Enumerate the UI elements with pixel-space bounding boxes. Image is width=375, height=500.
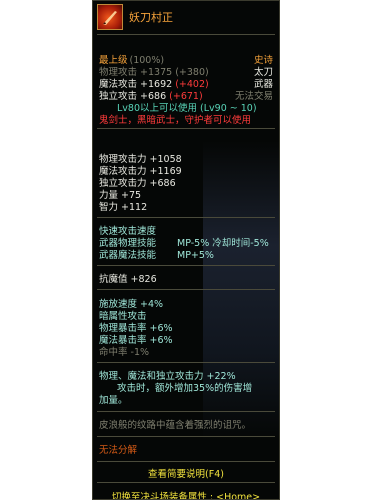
divider [97,34,275,35]
divider [97,289,275,290]
stat-label: 魔法攻击力 [99,166,147,177]
mag-attack-base: (+402) [175,79,209,90]
phys-skill-label: 武器物理技能 [99,238,157,249]
stat-row: 智力 +112 [99,202,273,213]
secondary-stat-label: 魔法暴击率 [99,335,147,346]
mag-attack-value: +1692 [140,79,173,90]
secondary-stat-label: 暗属性攻击 [99,311,147,322]
secondary-stat-label: 物理暴击率 [99,323,147,334]
mag-skill-label: 武器魔法技能 [99,250,157,261]
stat-row: 魔法攻击力 +1169 [99,166,273,177]
level-range: (Lv90 ~ 10) [200,103,257,114]
stat-label: 独立攻击力 [99,178,147,189]
mag-skill-row: 武器魔法技能 MP+5% [99,250,273,261]
secondary-stat-label: 命中率 [99,347,128,358]
trade-status: 无法交易 [234,91,273,102]
level-requirement: Lv80以上可以使用 (Lv90 ~ 10) [117,103,273,114]
phys-attack-base: (+380) [175,67,209,78]
item-tooltip: 妖刀村正 最上级 (100%) 史诗 物理攻击 +1375 (+380) 太刀 魔… [92,0,280,500]
phys-skill-row: 武器物理技能 MP-5% 冷却时间-5% [99,238,273,249]
phys-skill-value: MP-5% 冷却时间-5% [177,238,269,249]
mag-attack-label: 魔法攻击 [99,79,138,90]
divider [97,217,275,218]
item-name: 妖刀村正 [129,11,173,24]
anti-magic-label: 抗魔值 [99,274,128,285]
ind-attack-base: (+671) [169,91,203,102]
tooltip-header: 妖刀村正 [93,1,279,34]
stat-label: 智力 [99,202,119,213]
divider [97,128,275,129]
stat-label: 力量 [99,190,119,201]
stat-value: +1169 [149,166,182,177]
divider [97,411,275,412]
ind-attack-value: +686 [140,91,167,102]
secondary-stat-value: +4% [140,299,164,310]
phys-attack-label: 物理攻击 [99,67,138,78]
ind-attack-label: 独立攻击 [99,91,138,102]
grade-label: 最上级 [99,55,128,66]
stat-value: +686 [149,178,176,189]
phys-attack-value: +1375 [140,67,173,78]
secondary-stat-value: -1% [130,347,150,358]
stat-value: +75 [121,190,142,201]
divider [97,436,275,437]
grade-percent: (100%) [129,55,165,66]
secondary-stat-row: 物理暴击率 +6% [99,323,273,334]
stat-row: 力量 +75 [99,190,273,201]
secondary-stat-value: +6% [149,335,173,346]
mag-attack-row: 魔法攻击 +1692 (+402) 武器 [99,79,273,90]
special-effect-line: 物理、魔法和独立攻击力 +22% [99,371,236,382]
disassemble-warning: 无法分解 [99,445,138,456]
stat-value: +1058 [149,154,182,165]
brief-description-link[interactable]: 查看简要说明(F4) [93,466,279,480]
secondary-stat-row: 命中率 -1% [99,347,273,358]
level-req-text: Lv80以上可以使用 [117,103,198,114]
phys-attack-row: 物理攻击 +1375 (+380) 太刀 [99,67,273,78]
divider [97,362,275,363]
ind-attack-row: 独立攻击 +686 (+671) 无法交易 [99,91,273,102]
anti-magic-row: 抗魔值 +826 [99,274,273,285]
attack-speed: 快速攻击速度 [99,226,157,237]
stat-row: 独立攻击力 +686 [99,178,273,189]
divider [97,461,275,462]
secondary-stat-row: 暗属性攻击 [99,311,273,322]
secondary-stat-row: 施放速度 +4% [99,299,273,310]
rarity-label: 史诗 [253,55,273,66]
item-category: 武器 [253,79,273,90]
stat-value: +112 [121,202,148,213]
stat-row: 物理攻击力 +1058 [99,154,273,165]
weapon-type: 太刀 [253,67,273,78]
secondary-stat-label: 施放速度 [99,299,138,310]
class-restriction: 鬼剑士，黑暗武士，守护者可以使用 [99,115,252,126]
katana-icon [97,4,123,30]
secondary-stat-row: 魔法暴击率 +6% [99,335,273,346]
grade-row: 最上级 (100%) 史诗 [99,55,273,66]
special-effect-line: 加量。 [99,395,128,406]
divider [97,265,275,266]
mag-skill-value: MP+5% [177,250,214,261]
secondary-stat-value: +6% [149,323,173,334]
stat-label: 物理攻击力 [99,154,147,165]
special-effect-line: 攻击时，额外增加35%的伤害增 [117,383,253,394]
switch-arena-attributes-link[interactable]: 切换至决斗场装备属性 : <Home> [93,489,279,499]
flavor-text: 皮浪般的纹路中蕴含着强烈的诅咒。 [99,420,252,431]
divider [97,482,275,483]
anti-magic-value: +826 [130,274,157,285]
